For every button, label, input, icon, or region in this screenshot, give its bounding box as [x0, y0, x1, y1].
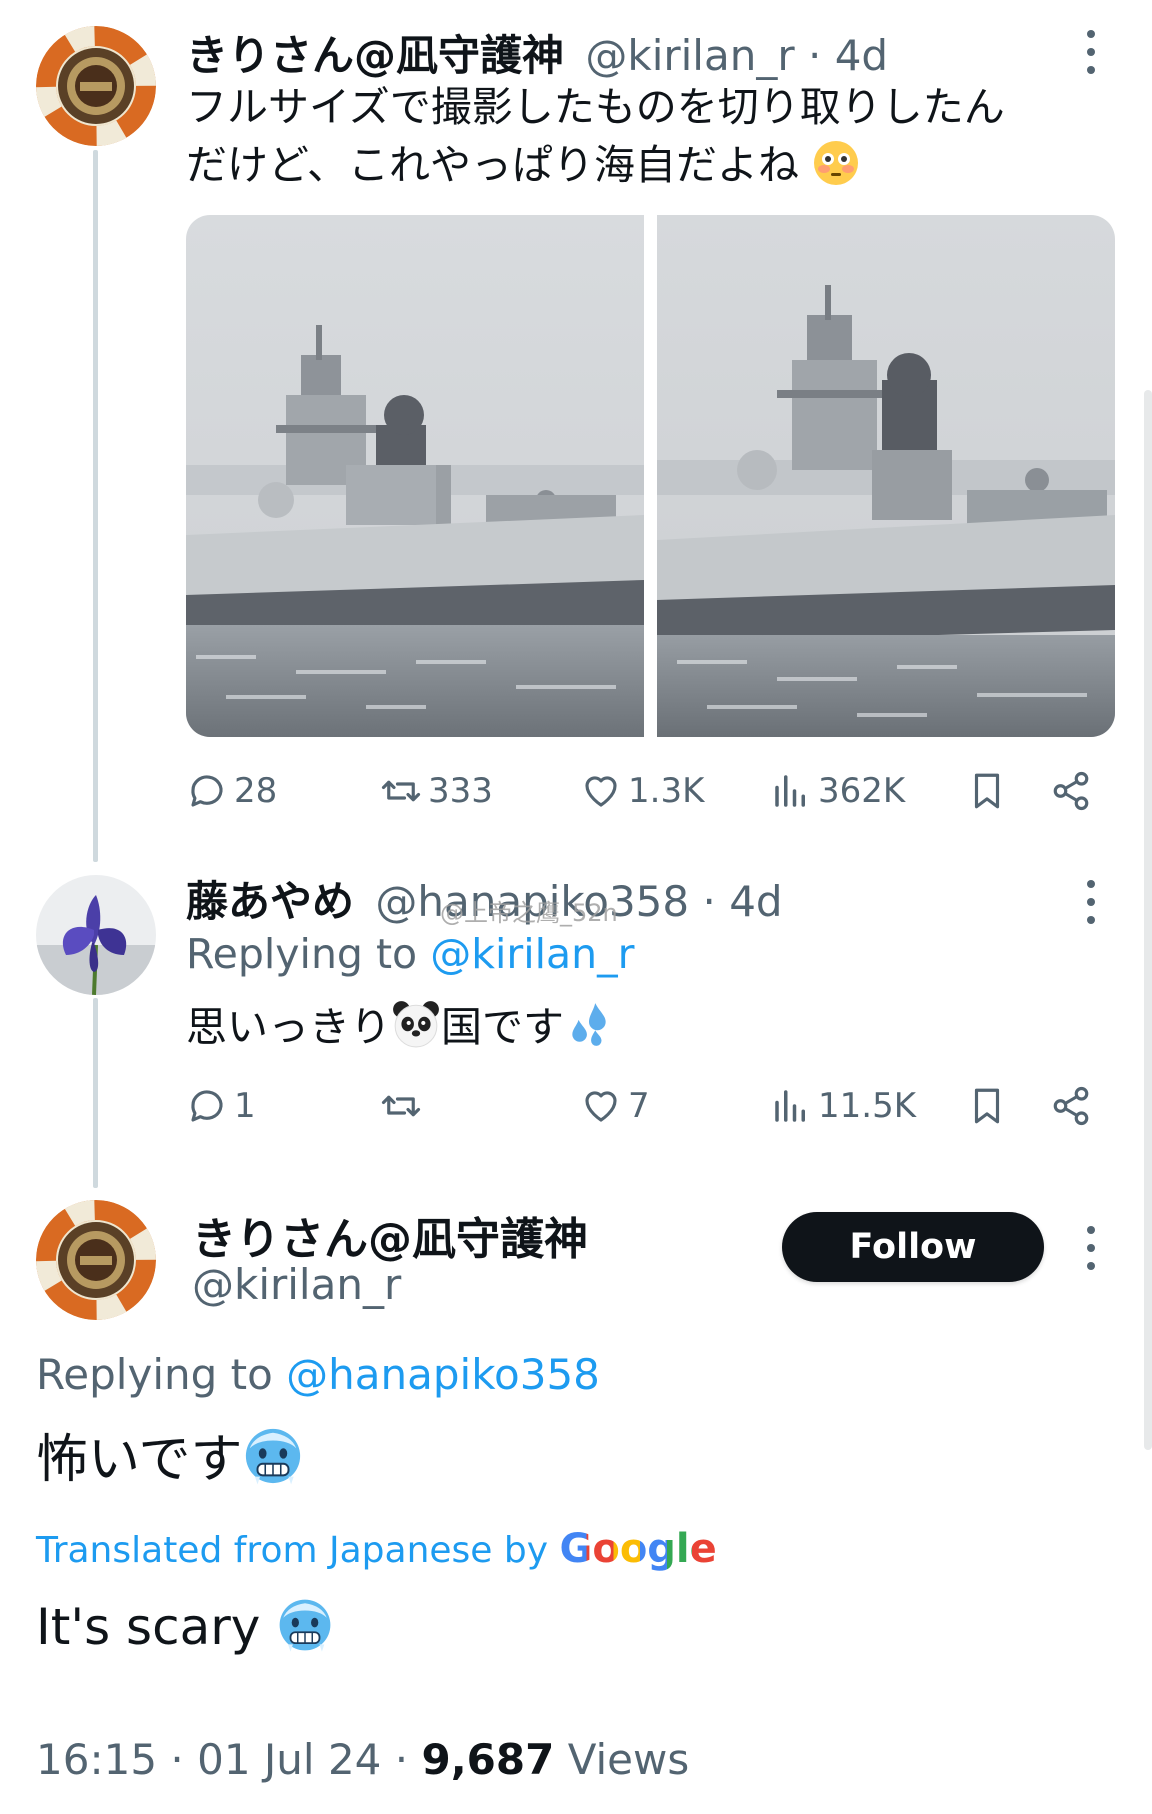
bookmark-button[interactable]: [966, 770, 1008, 812]
separator: ·: [394, 1735, 409, 1784]
more-options-icon[interactable]: [1083, 30, 1099, 74]
follow-button[interactable]: Follow: [782, 1212, 1044, 1282]
timestamp[interactable]: 4d: [729, 877, 782, 926]
like-button[interactable]: 1.3K: [580, 770, 704, 812]
reply-button[interactable]: 28: [186, 770, 277, 812]
tweet-time[interactable]: 16:15: [36, 1735, 157, 1784]
share-button[interactable]: [1050, 1085, 1092, 1127]
avatar-kirilan[interactable]: [36, 1200, 156, 1320]
retweet-icon: [381, 780, 421, 802]
main-replying-to: Replying to @hanapiko358: [36, 1350, 600, 1399]
tweet1-text-line2-content: だけど、これやっぱり海自だよね: [186, 141, 799, 189]
share-icon: [1053, 1086, 1089, 1126]
avatar-kirilan[interactable]: [36, 26, 156, 146]
separator: ·: [807, 31, 822, 80]
retweet-button[interactable]: [380, 1085, 428, 1127]
retweet-count: 333: [428, 771, 493, 811]
tweet-date[interactable]: 01 Jul 24: [197, 1735, 381, 1784]
tweet2-replying-to: Replying to @kirilan_r: [186, 930, 634, 978]
heart-icon: [585, 776, 617, 807]
scrollbar[interactable]: [1144, 390, 1152, 1450]
views-icon: [775, 775, 805, 807]
translation-attribution[interactable]: Translated from Japanese by Google: [36, 1526, 717, 1572]
reply-icon: [191, 775, 223, 807]
replying-to-label: Replying to: [186, 930, 418, 978]
avatar-hanapiko[interactable]: [36, 875, 156, 995]
translated-from-label: Translated from Japanese by: [36, 1530, 549, 1571]
tweet-photo-2[interactable]: [657, 215, 1115, 737]
cold-face-icon: [246, 1428, 301, 1485]
tweet2-text: 思いっきり 国です: [186, 998, 614, 1056]
timestamp[interactable]: 4d: [835, 31, 888, 80]
display-name[interactable]: きりさん@凪守護神: [186, 31, 564, 80]
cold-face-icon: [279, 1599, 331, 1652]
reply-count: 1: [234, 1086, 256, 1126]
view-count: 362K: [818, 771, 906, 811]
thread-line-2: [93, 998, 98, 1188]
bookmark-icon: [974, 773, 1000, 809]
reply-count: 28: [234, 771, 278, 811]
bookmark-button[interactable]: [966, 1085, 1008, 1127]
tweet-meta: 16:15 · 01 Jul 24 · 9,687 Views: [36, 1735, 689, 1784]
replying-to-handle[interactable]: @hanapiko358: [286, 1350, 600, 1399]
flushed-face-icon: [814, 141, 858, 185]
panda-face-icon: [393, 1001, 439, 1048]
sweat-droplets-icon: [572, 1003, 606, 1046]
like-button[interactable]: 7: [580, 1085, 650, 1127]
display-name[interactable]: きりさん@凪守護神: [192, 1203, 588, 1267]
thread-line-1: [93, 150, 98, 862]
translated-text: It's scary: [36, 1592, 334, 1662]
retweet-icon: [381, 1095, 421, 1117]
tweet1-text-line2: だけど、これやっぱり海自だよね: [186, 136, 1106, 194]
handle[interactable]: @kirilan_r: [192, 1260, 401, 1309]
tweet1-text: フルサイズで撮影したものを切り取りしたん だけど、これやっぱり海自だよね: [186, 78, 1106, 194]
like-count: 1.3K: [628, 771, 705, 811]
translated-text-content: It's scary: [36, 1598, 261, 1656]
share-button[interactable]: [1050, 770, 1092, 812]
retweet-button[interactable]: 333: [380, 770, 493, 812]
google-logo-text: Google: [559, 1526, 717, 1572]
tweet-photo-1[interactable]: [186, 215, 644, 737]
more-options-icon[interactable]: [1083, 880, 1099, 924]
views-label: Views: [567, 1735, 690, 1784]
replying-to-label: Replying to: [36, 1350, 273, 1399]
heart-icon: [585, 1091, 617, 1122]
view-count: 11.5K: [818, 1086, 916, 1126]
display-name[interactable]: 藤あやめ: [186, 877, 354, 926]
main-tweet-text-content: 怖いです: [36, 1430, 243, 1490]
handle[interactable]: @kirilan_r: [585, 31, 794, 80]
tweet2-text-after: 国です: [441, 1003, 564, 1051]
views-icon: [775, 1090, 805, 1122]
reply-icon: [191, 1090, 223, 1122]
reply-button[interactable]: 1: [186, 1085, 256, 1127]
tweet2-text-before: 思いっきり: [186, 1003, 391, 1051]
like-count: 7: [628, 1086, 650, 1126]
separator: ·: [170, 1735, 184, 1784]
share-icon: [1053, 771, 1089, 811]
google-logo: Google: [560, 1526, 717, 1572]
separator: ·: [702, 877, 716, 926]
more-options-icon[interactable]: [1083, 1226, 1099, 1270]
views-count: 9,687: [421, 1735, 555, 1784]
main-tweet-text: 怖いです: [36, 1425, 304, 1495]
watermark: @上帝之鹰_52n: [440, 899, 618, 927]
replying-to-handle[interactable]: @kirilan_r: [430, 930, 634, 978]
views-button[interactable]: 362K: [770, 770, 905, 812]
tweet1-text-line1: フルサイズで撮影したものを切り取りしたん: [186, 83, 1005, 131]
bookmark-icon: [974, 1088, 1000, 1124]
views-button[interactable]: 11.5K: [770, 1085, 916, 1127]
tweet1-header: きりさん@凪守護神 @kirilan_r · 4d: [186, 22, 888, 83]
